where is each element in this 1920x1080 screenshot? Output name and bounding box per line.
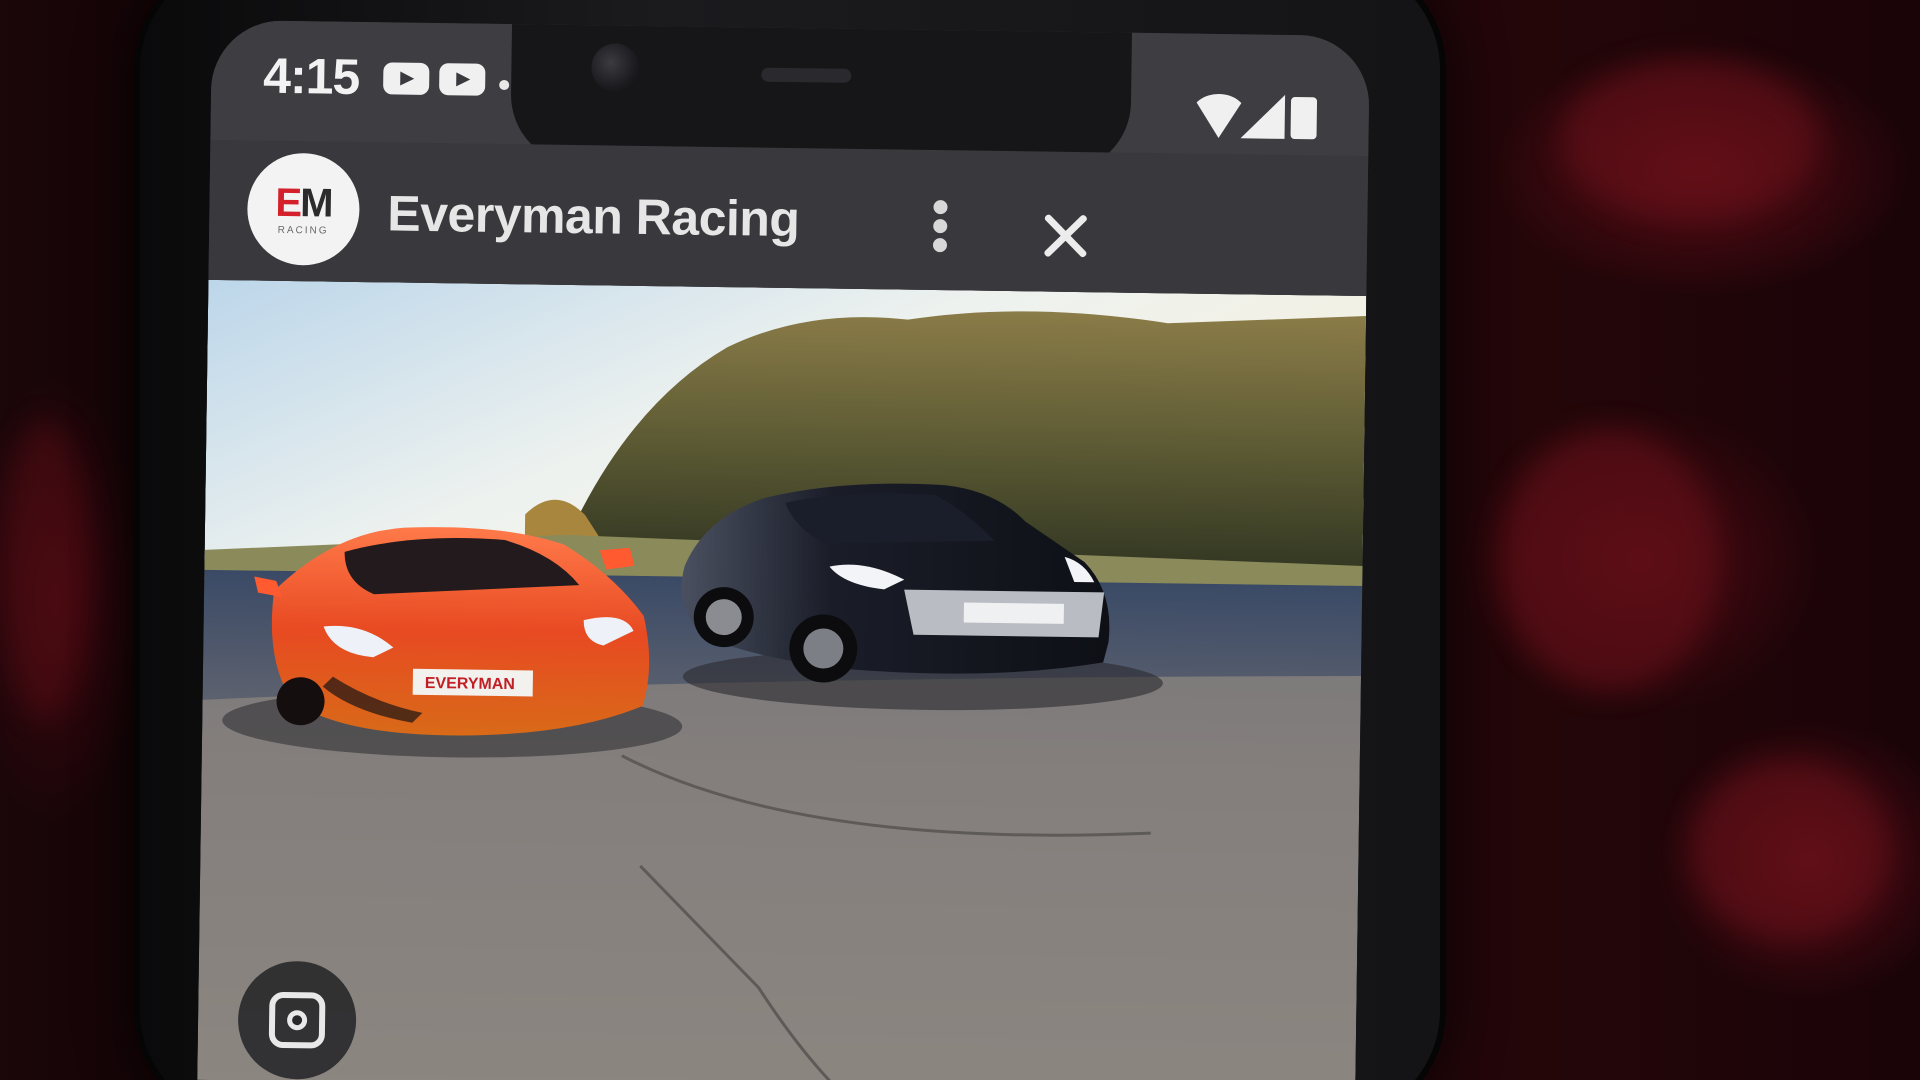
- youtube-icon: [383, 62, 430, 95]
- logo-subtitle: RACING: [277, 224, 329, 237]
- earpiece-speaker: [761, 67, 852, 83]
- dot-icon: [499, 79, 510, 91]
- phone-screen: 4:15 EM RACING Everyman Racing EVERYMAN: [197, 19, 1370, 1080]
- channel-avatar[interactable]: EM RACING: [246, 152, 361, 266]
- background-fabric: [1690, 760, 1890, 940]
- background-fabric: [1500, 430, 1720, 690]
- background-fabric: [0, 420, 90, 720]
- logo-letter-m: M: [299, 180, 332, 226]
- logo-mark: EM: [275, 180, 332, 226]
- background-fabric: [1560, 60, 1820, 220]
- battery-icon: [1290, 96, 1318, 140]
- close-icon[interactable]: [1039, 209, 1092, 262]
- youtube-icon: [439, 63, 486, 96]
- front-camera: [591, 43, 640, 92]
- more-vert-icon[interactable]: [929, 200, 952, 260]
- plate-text: EVERYMAN: [425, 675, 515, 693]
- signal-icon: [1240, 94, 1286, 139]
- visual-search-icon: [268, 991, 326, 1049]
- menu-dot: [933, 200, 948, 215]
- app-header: EM RACING Everyman Racing: [208, 139, 1369, 297]
- menu-dot: [933, 219, 948, 234]
- status-bar: 4:15: [210, 19, 1370, 173]
- status-time: 4:15: [262, 47, 360, 105]
- menu-dot: [932, 238, 948, 253]
- license-plate: [963, 602, 1064, 624]
- car-photo[interactable]: EVERYMAN: [197, 279, 1367, 1080]
- scene: 4:15 EM RACING Everyman Racing EVERYMAN: [0, 0, 1920, 1080]
- channel-name[interactable]: Everyman Racing: [387, 184, 800, 248]
- wifi-icon: [1190, 93, 1248, 139]
- photo-canvas: EVERYMAN: [197, 279, 1367, 1080]
- logo-letter-e: E: [275, 180, 301, 225]
